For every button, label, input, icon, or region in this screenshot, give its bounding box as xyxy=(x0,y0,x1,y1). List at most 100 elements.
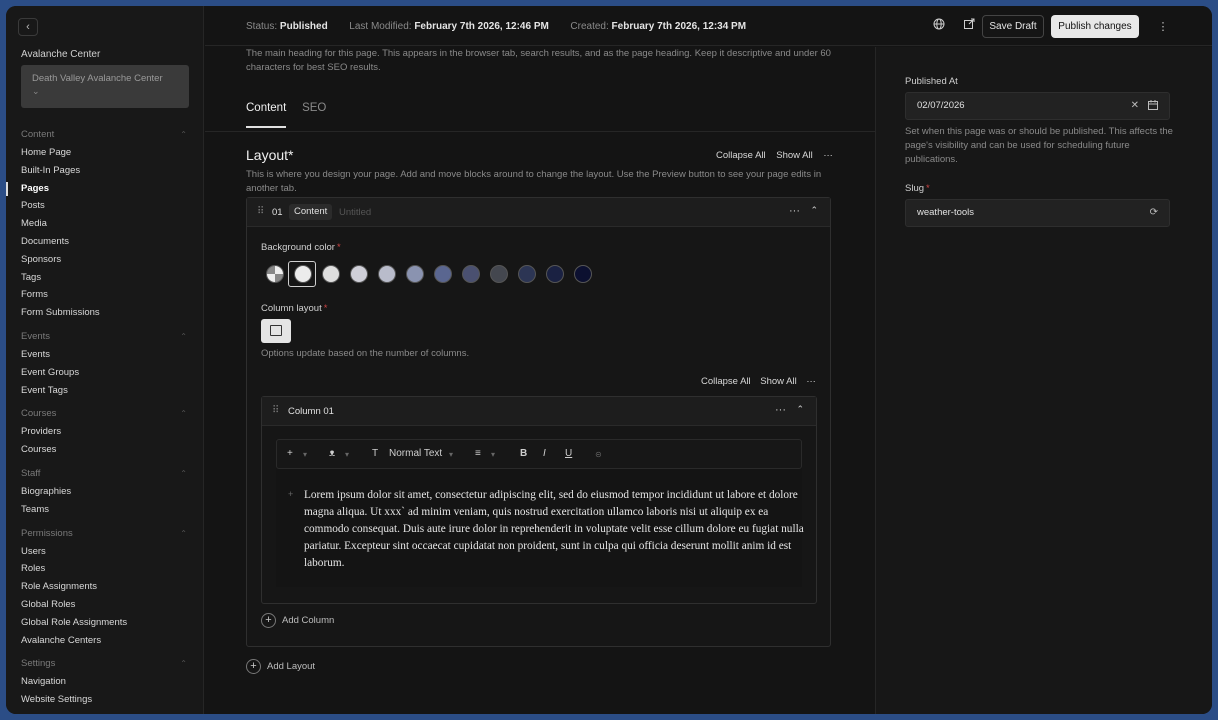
sidebar-item-users[interactable]: Users xyxy=(21,543,189,561)
sidebar-item-global-role-assignments[interactable]: Global Role Assignments xyxy=(21,614,189,632)
tenant-select-value: Death Valley Avalanche Center xyxy=(32,73,163,84)
paragraph-handle-icon[interactable]: + xyxy=(288,489,293,499)
layout-description: This is where you design your page. Add … xyxy=(246,169,822,194)
link-icon[interactable]: ⊝ xyxy=(595,450,602,459)
block-header[interactable]: ⠿ 01 Content Untitled ··· ⌃ xyxy=(247,198,830,227)
format-paint-icon[interactable]: ᴥ xyxy=(329,448,335,459)
nav-group-courses[interactable]: Courses ⌃ xyxy=(21,405,189,423)
main-editor: The main heading for this page. This app… xyxy=(205,47,875,714)
sidebar-item-website-settings[interactable]: Website Settings xyxy=(21,691,189,709)
sidebar-item-built-in-pages[interactable]: Built-In Pages xyxy=(21,162,189,180)
more-horizontal-icon[interactable]: ··· xyxy=(806,376,816,387)
sidebar-item-event-tags[interactable]: Event Tags xyxy=(21,382,189,400)
nav-group-events[interactable]: Events ⌃ xyxy=(21,328,189,346)
sidebar-item-event-groups[interactable]: Event Groups xyxy=(21,364,189,382)
sidebar-item-global-roles[interactable]: Global Roles xyxy=(21,596,189,614)
slug-input[interactable]: weather-tools ⟳ xyxy=(905,199,1170,227)
sidebar-item-events[interactable]: Events xyxy=(21,346,189,364)
chevron-up-icon[interactable]: ⌃ xyxy=(810,205,818,216)
color-swatch[interactable] xyxy=(350,265,368,283)
clear-icon[interactable]: ✕ xyxy=(1131,93,1139,119)
color-swatch[interactable] xyxy=(574,265,592,283)
sidebar-item-forms[interactable]: Forms xyxy=(21,286,189,304)
sidebar-item-roles[interactable]: Roles xyxy=(21,560,189,578)
collapse-all-button[interactable]: Collapse All xyxy=(716,150,766,161)
column-header[interactable]: ⠿ Column 01 ··· ⌃ xyxy=(262,397,816,426)
color-swatch[interactable] xyxy=(462,265,480,283)
tenant-select[interactable]: Death Valley Avalanche Center ⌄ xyxy=(21,65,189,108)
sidebar-item-providers[interactable]: Providers xyxy=(21,423,189,441)
chevron-up-icon: ⌃ xyxy=(180,331,187,341)
add-layout-button[interactable]: + Add Layout xyxy=(246,659,315,674)
color-swatch[interactable] xyxy=(434,265,452,283)
insert-plus-icon[interactable]: + xyxy=(287,448,293,459)
swatch-transparent[interactable] xyxy=(266,265,284,283)
globe-icon[interactable] xyxy=(928,16,950,38)
show-all-button[interactable]: Show All xyxy=(776,150,812,161)
published-at-input[interactable]: 02/07/2026 ✕ xyxy=(905,92,1170,120)
chevron-down-icon: ⌄ xyxy=(32,86,40,96)
color-swatch[interactable] xyxy=(546,265,564,283)
sidebar-item-form-submissions[interactable]: Form Submissions xyxy=(21,304,189,322)
color-swatch[interactable] xyxy=(322,265,340,283)
sidebar-item-avalanche-centers[interactable]: Avalanche Centers xyxy=(21,632,189,650)
block-type-badge: Content xyxy=(289,204,333,220)
chevron-down-icon: ▾ xyxy=(449,450,454,459)
sidebar-item-courses[interactable]: Courses xyxy=(21,441,189,459)
nav-group-permissions[interactable]: Permissions ⌃ xyxy=(21,525,189,543)
more-vertical-icon[interactable]: ⋮ xyxy=(1152,16,1174,38)
collapse-all-columns-button[interactable]: Collapse All xyxy=(701,376,751,387)
external-link-icon[interactable] xyxy=(958,16,980,38)
more-horizontal-icon[interactable]: ··· xyxy=(789,205,800,217)
modified-value: February 7th 2026, 12:46 PM xyxy=(414,21,549,32)
sidebar-item-biographies[interactable]: Biographies xyxy=(21,483,189,501)
text-style-select[interactable]: Normal Text xyxy=(389,448,442,459)
color-swatch[interactable] xyxy=(490,265,508,283)
align-left-icon[interactable]: ≡ xyxy=(475,448,481,459)
created-value: February 7th 2026, 12:34 PM xyxy=(611,21,747,32)
nav-group-content[interactable]: Content ⌃ xyxy=(21,126,189,144)
tab-seo[interactable]: SEO xyxy=(302,102,326,126)
sidebar-item-role-assignments[interactable]: Role Assignments xyxy=(21,578,189,596)
sidebar-item-posts[interactable]: Posts xyxy=(21,197,189,215)
collapse-sidebar-button[interactable]: ‹ xyxy=(18,18,38,36)
rich-text-editor[interactable]: + ▾ ᴥ ▾ T Normal Text ▾ ≡ ▾ B I U ⊝ + Lo… xyxy=(276,439,804,587)
chevron-left-icon: ‹ xyxy=(26,21,30,33)
more-horizontal-icon[interactable]: ··· xyxy=(775,404,786,416)
show-all-columns-button[interactable]: Show All xyxy=(760,376,796,387)
color-swatch[interactable] xyxy=(406,265,424,283)
calendar-icon[interactable] xyxy=(1148,93,1158,119)
more-horizontal-icon[interactable]: ··· xyxy=(823,150,833,161)
add-column-button[interactable]: + Add Column xyxy=(261,613,334,628)
italic-icon[interactable]: I xyxy=(543,448,546,459)
chevron-up-icon[interactable]: ⌃ xyxy=(796,404,804,415)
sidebar-item-teams[interactable]: Teams xyxy=(21,501,189,519)
refresh-icon[interactable]: ⟳ xyxy=(1150,200,1158,226)
sidebar-item-pages[interactable]: Pages xyxy=(21,180,189,198)
bold-icon[interactable]: B xyxy=(520,448,527,459)
single-column-layout-option[interactable] xyxy=(261,319,291,343)
sidebar-item-media[interactable]: Media xyxy=(21,215,189,233)
sidebar-item-documents[interactable]: Documents xyxy=(21,233,189,251)
publish-changes-button[interactable]: Publish changes xyxy=(1051,15,1139,38)
underline-icon[interactable]: U xyxy=(565,448,572,459)
tabs-divider xyxy=(205,131,875,132)
color-swatch[interactable] xyxy=(294,265,312,283)
nav-group-settings[interactable]: Settings ⌃ xyxy=(21,655,189,673)
sidebar-item-home-page[interactable]: Home Page xyxy=(21,144,189,162)
color-swatch[interactable] xyxy=(378,265,396,283)
modified-label: Last Modified: xyxy=(349,21,412,32)
drag-handle-icon[interactable]: ⠿ xyxy=(257,206,264,217)
chevron-up-icon: ⌃ xyxy=(180,528,187,538)
published-at-help: Set when this page was or should be publ… xyxy=(905,126,1173,165)
drag-handle-icon[interactable]: ⠿ xyxy=(272,405,279,416)
editor-paragraph[interactable]: Lorem ipsum dolor sit amet, consectetur … xyxy=(304,487,804,572)
nav-group-staff[interactable]: Staff ⌃ xyxy=(21,465,189,483)
color-swatch[interactable] xyxy=(518,265,536,283)
sidebar-item-tags[interactable]: Tags xyxy=(21,269,189,287)
save-draft-button[interactable]: Save Draft xyxy=(982,15,1044,38)
sidebar-item-navigation[interactable]: Navigation xyxy=(21,673,189,691)
sidebar-item-sponsors[interactable]: Sponsors xyxy=(21,251,189,269)
column-actions: Collapse All Show All ··· xyxy=(701,376,823,387)
tab-content[interactable]: Content xyxy=(246,102,287,128)
